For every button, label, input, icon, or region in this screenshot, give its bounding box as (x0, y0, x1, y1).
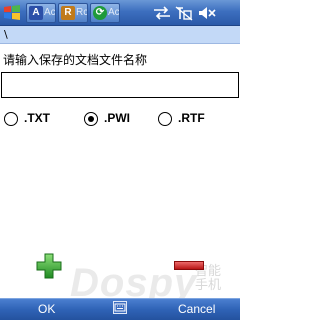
radio-button[interactable] (84, 112, 98, 126)
cancel-softkey[interactable]: Cancel (178, 302, 215, 316)
plus-icon[interactable] (36, 253, 62, 279)
taskbar-app-1[interactable]: A Ac (26, 3, 56, 23)
ok-softkey[interactable]: OK (38, 302, 55, 316)
windows-flag-icon[interactable] (2, 3, 22, 23)
volume-muted-icon[interactable] (197, 5, 217, 21)
keyboard-icon[interactable] (113, 301, 127, 314)
taskbar-app-label: Rc (76, 7, 88, 18)
app-dictionary-icon: A (29, 6, 43, 20)
taskbar-app-3[interactable]: ⟳ Ac (90, 3, 120, 23)
radio-button[interactable] (4, 112, 18, 126)
path-bar: \ (0, 26, 240, 44)
filename-input[interactable] (1, 72, 239, 98)
current-path: \ (4, 28, 8, 41)
taskbar-app-label: Ac (44, 7, 56, 18)
format-option-label: .TXT (24, 111, 50, 125)
format-option-pwi[interactable]: .PWI (84, 109, 144, 131)
format-option-rtf[interactable]: .RTF (158, 109, 218, 131)
filename-prompt: 请输入保存的文档文件名称 (3, 53, 148, 67)
radio-button[interactable] (158, 112, 172, 126)
app-reader-icon: R (61, 6, 75, 20)
format-option-label: .PWI (104, 111, 130, 125)
keyboard-glyph-icon (114, 303, 126, 312)
format-option-txt[interactable]: .TXT (4, 109, 64, 131)
taskbar-app-2[interactable]: R Rc (58, 3, 88, 23)
taskbar: A Ac R Rc ⟳ Ac (0, 0, 240, 26)
app-sync-icon: ⟳ (93, 6, 107, 20)
format-option-label: .RTF (178, 111, 205, 125)
minus-icon[interactable] (174, 261, 204, 270)
signal-off-icon[interactable] (174, 5, 194, 21)
taskbar-app-label: Ac (108, 7, 120, 18)
softkey-bar: OK Cancel (0, 298, 240, 320)
connectivity-icon[interactable] (152, 5, 172, 21)
